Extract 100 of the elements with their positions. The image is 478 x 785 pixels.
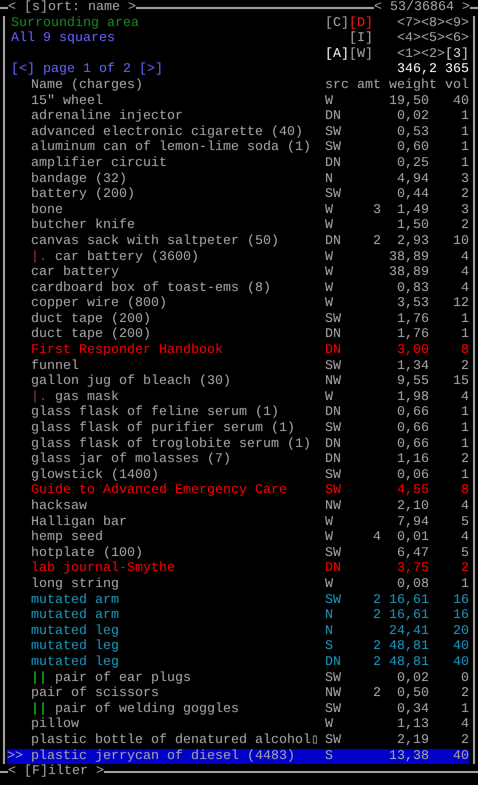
inventory-row[interactable]: glass jar of molasses (7) DN 1,16 2 bbox=[7, 452, 469, 468]
item-weight: 3,53 bbox=[397, 296, 429, 312]
inventory-row[interactable]: mutated leg DN 2 48,81 40 bbox=[7, 654, 469, 671]
item-src: DN bbox=[325, 452, 341, 468]
inventory-row[interactable]: duct tape (200) SW 1,76 1 bbox=[7, 312, 469, 328]
item-src: SW bbox=[325, 358, 341, 374]
inventory-row[interactable]: Guide to Advanced Emergency Care SW 4,55 8 bbox=[7, 483, 469, 499]
inventory-row[interactable]: |. gas mask W 1,98 4 bbox=[7, 390, 469, 406]
inventory-row[interactable]: copper wire (800) W 3,53 12 bbox=[7, 296, 469, 312]
item-src: W bbox=[325, 390, 333, 405]
inventory-row[interactable]: canvas sack with saltpeter (50) DN 2 2,93 10 bbox=[7, 234, 469, 250]
item-amt: 2 bbox=[373, 234, 381, 249]
item-weight: 2,93 bbox=[397, 234, 429, 249]
inventory-row[interactable]: car battery W 38,89 4 bbox=[7, 265, 469, 281]
inventory-row[interactable]: hemp seed W 4 0,01 4 bbox=[7, 530, 469, 546]
inventory-row[interactable]: Halligan bar W 7,94 5 bbox=[7, 514, 469, 530]
item-src: DN bbox=[325, 327, 341, 342]
item-src: NW bbox=[325, 499, 341, 514]
item-name: mutated arm bbox=[31, 608, 119, 624]
item-name: pillow bbox=[31, 717, 79, 732]
item-vol: 12 bbox=[453, 296, 469, 312]
item-vol: 5 bbox=[461, 546, 469, 561]
item-src: W bbox=[325, 94, 333, 109]
item-weight: 2,10 bbox=[397, 499, 429, 514]
inventory-row[interactable]: |. car battery (3600) W 38,89 4 bbox=[7, 250, 469, 266]
direction-key[interactable]: <9> bbox=[445, 16, 469, 31]
item-src: SW bbox=[325, 187, 341, 202]
item-name: amplifier circuit bbox=[31, 156, 167, 171]
item-src: W bbox=[325, 576, 333, 592]
direction-key[interactable]: <6> bbox=[445, 31, 469, 46]
inventory-row[interactable]: bone W 3 1,49 3 bbox=[7, 202, 469, 218]
inventory-row[interactable]: cardboard box of toast-ems (8) W 0,83 4 bbox=[7, 280, 469, 296]
inventory-row[interactable]: plastic bottle of denatured alcohol▯ SW 2,19 2 bbox=[7, 732, 469, 748]
inventory-row[interactable]: advanced electronic cigarette (40) SW 0,53 1 bbox=[7, 124, 469, 140]
item-name: mutated leg bbox=[31, 654, 119, 670]
item-vol: 1 bbox=[461, 702, 469, 717]
direction-key[interactable]: <1> bbox=[397, 46, 421, 62]
item-vol: 2 bbox=[461, 686, 469, 702]
next-page-button[interactable]: [>] bbox=[138, 62, 163, 78]
inventory-row[interactable]: First Responder Handbook DN 3,00 8 bbox=[7, 343, 469, 359]
view-key[interactable]: [I] bbox=[349, 31, 373, 46]
inventory-row[interactable]: battery (200) SW 0,44 2 bbox=[7, 187, 469, 203]
inventory-row[interactable]: gallon jug of bleach (30) NW 9,55 15 bbox=[7, 374, 469, 390]
view-key[interactable]: [C] bbox=[325, 16, 349, 31]
inventory-row[interactable]: mutated leg S 2 48,81 40 bbox=[7, 639, 469, 655]
area-label[interactable]: All 9 squares bbox=[11, 31, 115, 47]
sort-label[interactable]: < [s]ort: name > bbox=[8, 0, 136, 16]
inventory-row[interactable]: glowstick (1400) SW 0,06 1 bbox=[7, 468, 469, 484]
inventory-row[interactable]: || pair of welding goggles SW 0,34 1 bbox=[7, 702, 469, 718]
direction-key[interactable]: [3] bbox=[445, 46, 469, 62]
inventory-row[interactable]: hotplate (100) SW 6,47 5 bbox=[7, 546, 469, 562]
inventory-row[interactable]: lab journal-Smythe DN 3,75 2 bbox=[7, 561, 469, 577]
item-amt: 3 bbox=[373, 202, 381, 218]
item-weight: 1,50 bbox=[397, 218, 429, 234]
item-vol: 1 bbox=[461, 576, 469, 592]
inventory-row[interactable]: amplifier circuit DN 0,25 1 bbox=[7, 156, 469, 172]
item-name: mutated leg bbox=[31, 639, 119, 654]
item-weight: 6,47 bbox=[397, 546, 429, 561]
inventory-row[interactable]: || pair of ear plugs SW 0,02 0 bbox=[7, 670, 469, 686]
item-weight: 2,19 bbox=[397, 732, 429, 748]
inventory-row[interactable]: hacksaw NW 2,10 4 bbox=[7, 499, 469, 515]
item-weight: 1,76 bbox=[397, 327, 429, 342]
inventory-row[interactable]: bandage (32) N 4,94 3 bbox=[7, 172, 469, 188]
direction-key[interactable]: <8> bbox=[421, 16, 445, 31]
inventory-row[interactable]: mutated leg N 24,41 20 bbox=[7, 624, 469, 640]
inventory-row[interactable]: mutated arm N 2 16,61 16 bbox=[7, 608, 469, 624]
item-vol: 3 bbox=[461, 202, 469, 218]
item-vol: 40 bbox=[453, 748, 469, 764]
item-src: SW bbox=[325, 312, 341, 327]
inventory-row[interactable]: funnel SW 1,34 2 bbox=[7, 358, 469, 374]
filter-label[interactable]: < [F]ilter > bbox=[8, 764, 104, 780]
view-key[interactable]: [A] bbox=[325, 46, 349, 62]
inventory-row[interactable]: glass flask of troglobite serum (1) DN 0,66 1 bbox=[7, 436, 469, 452]
view-key[interactable]: [D] bbox=[349, 16, 373, 31]
inventory-row[interactable]: pair of scissors NW 2 0,50 2 bbox=[7, 686, 469, 702]
item-weight: 0,66 bbox=[397, 405, 429, 420]
direction-key[interactable]: <5> bbox=[421, 31, 445, 46]
inventory-row[interactable]: pillow W 1,13 4 bbox=[7, 717, 469, 733]
item-name: pair of scissors bbox=[31, 686, 159, 702]
view-key[interactable]: [W] bbox=[349, 46, 373, 62]
item-src: SW bbox=[325, 670, 341, 686]
inventory-row[interactable]: butcher knife W 1,50 2 bbox=[7, 218, 469, 234]
direction-key[interactable]: <4> bbox=[397, 31, 421, 46]
inventory-row[interactable]: >> plastic jerrycan of diesel (4483) S 13,38 40 bbox=[7, 748, 469, 764]
inventory-row[interactable]: glass flask of purifier serum (1) SW 0,66 1 bbox=[7, 421, 469, 437]
inventory-row[interactable]: glass flask of feline serum (1) DN 0,66 1 bbox=[7, 405, 469, 422]
prev-page-button[interactable]: [<] bbox=[11, 62, 35, 78]
item-weight: 0,60 bbox=[397, 140, 429, 156]
direction-key[interactable]: <7> bbox=[397, 16, 421, 31]
inventory-row[interactable]: 15" wheel W 19,50 40 bbox=[7, 94, 469, 110]
item-weight: 0,02 bbox=[397, 109, 429, 124]
inventory-row[interactable]: long string W 0,08 1 bbox=[7, 576, 469, 593]
inventory-row[interactable]: aluminum can of lemon-lime soda (1) SW 0,60 1 bbox=[7, 140, 469, 156]
inventory-row[interactable]: adrenaline injector DN 0,02 1 bbox=[7, 109, 469, 125]
item-src: W bbox=[325, 717, 333, 732]
inventory-row[interactable]: mutated arm SW 2 16,61 16 bbox=[7, 592, 469, 608]
item-vol: 8 bbox=[461, 343, 469, 358]
inventory-row[interactable]: duct tape (200) DN 1,76 1 bbox=[7, 327, 469, 344]
item-vol: 4 bbox=[461, 717, 469, 732]
direction-key[interactable]: <2> bbox=[421, 46, 445, 62]
